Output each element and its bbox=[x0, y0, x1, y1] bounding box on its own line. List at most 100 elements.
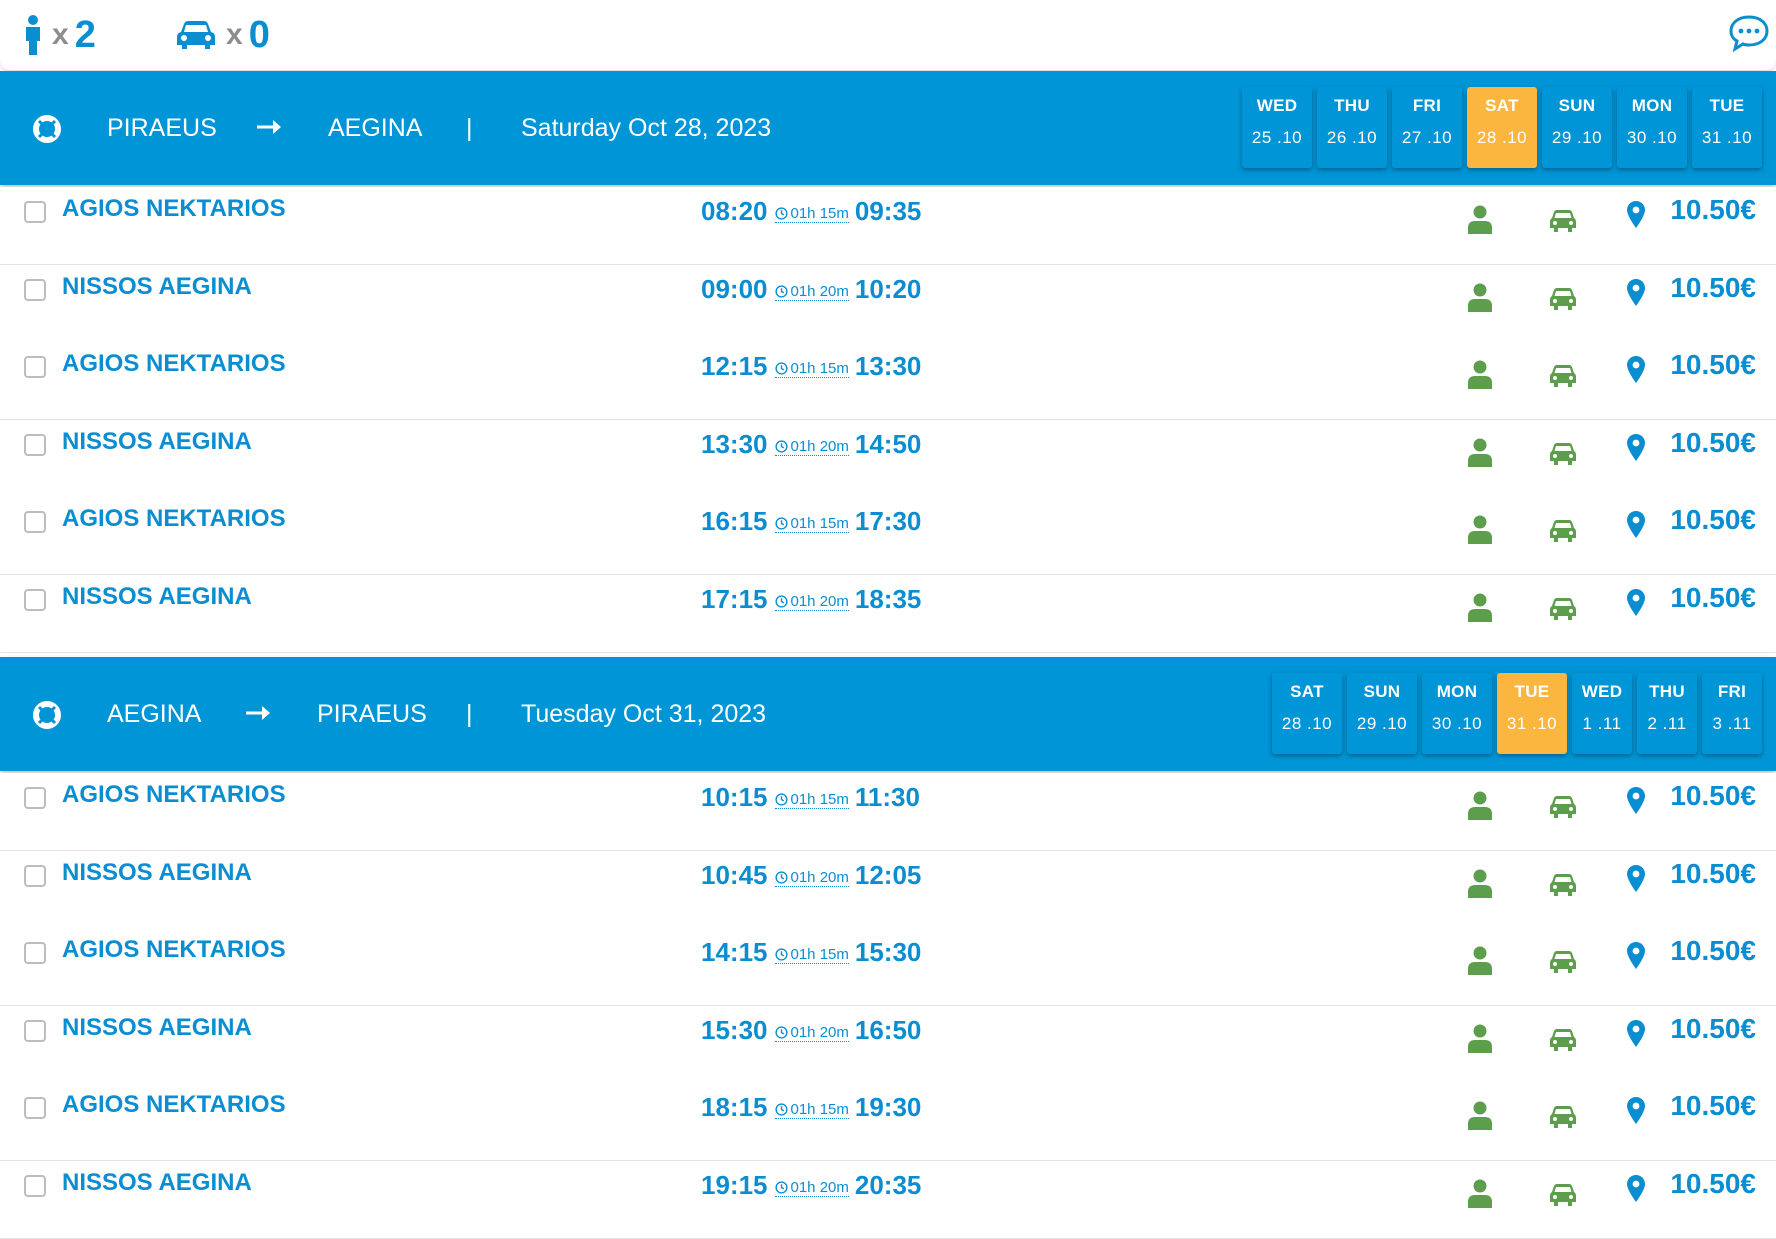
trip-row[interactable]: NISSOS AEGINA 10:45 01h 20m 12:05 10.50€ bbox=[0, 851, 1776, 929]
trip-duration: 01h 15m bbox=[774, 1101, 849, 1119]
origin-port: PIRAEUS bbox=[107, 114, 217, 142]
day-sat-28[interactable]: SAT 28 .10 bbox=[1272, 673, 1342, 754]
trip-select-checkbox[interactable] bbox=[24, 1097, 46, 1119]
trip-select-checkbox[interactable] bbox=[24, 356, 46, 378]
trip-select-checkbox[interactable] bbox=[24, 942, 46, 964]
passenger-counter[interactable]: x 2 bbox=[24, 11, 96, 59]
map-pin-icon[interactable] bbox=[1627, 1097, 1645, 1125]
duration-text: 01h 15m bbox=[790, 946, 849, 963]
clock-icon bbox=[774, 1103, 788, 1116]
day-wed-1[interactable]: WED 1 .11 bbox=[1572, 673, 1632, 754]
day-tue-31[interactable]: TUE 31 .10 bbox=[1692, 87, 1762, 168]
vessel-name: AGIOS NEKTARIOS bbox=[62, 505, 286, 532]
day-thu-26[interactable]: THU 26 .10 bbox=[1317, 87, 1387, 168]
car-icon bbox=[1550, 874, 1576, 896]
trip-duration: 01h 15m bbox=[774, 791, 849, 809]
arrival-time: 12:05 bbox=[854, 860, 922, 890]
day-name: FRI bbox=[1717, 682, 1747, 701]
map-pin-icon[interactable] bbox=[1627, 1175, 1645, 1203]
arrow-right-icon bbox=[246, 706, 270, 720]
vessel-name: NISSOS AEGINA bbox=[62, 583, 252, 610]
chat-icon[interactable] bbox=[1728, 12, 1770, 54]
person-icon bbox=[26, 15, 40, 55]
map-pin-icon[interactable] bbox=[1627, 356, 1645, 384]
map-pin-icon[interactable] bbox=[1627, 511, 1645, 539]
trip-row[interactable]: AGIOS NEKTARIOS 10:15 01h 15m 11:30 10.5… bbox=[0, 773, 1776, 851]
clock-icon bbox=[774, 1181, 788, 1194]
person-icon bbox=[1468, 1024, 1492, 1053]
car-icon bbox=[1550, 288, 1576, 310]
trip-row[interactable]: AGIOS NEKTARIOS 16:15 01h 15m 17:30 10.5… bbox=[0, 497, 1776, 575]
person-icon bbox=[1468, 438, 1492, 467]
map-pin-icon[interactable] bbox=[1627, 589, 1645, 617]
duration-text: 01h 20m bbox=[790, 869, 849, 886]
day-thu-2[interactable]: THU 2 .11 bbox=[1637, 673, 1697, 754]
day-tue-31-selected[interactable]: TUE 31 .10 bbox=[1497, 673, 1567, 754]
trip-select-checkbox[interactable] bbox=[24, 589, 46, 611]
trip-row[interactable]: AGIOS NEKTARIOS 12:15 01h 15m 13:30 10.5… bbox=[0, 342, 1776, 420]
day-name: SUN bbox=[1363, 682, 1401, 701]
clock-icon bbox=[774, 793, 788, 806]
day-sun-29[interactable]: SUN 29 .10 bbox=[1542, 87, 1612, 168]
trip-row[interactable]: NISSOS AEGINA 17:15 01h 20m 18:35 10.50€ bbox=[0, 575, 1776, 653]
trip-row[interactable]: NISSOS AEGINA 15:30 01h 20m 16:50 10.50€ bbox=[0, 1006, 1776, 1084]
date-picker-strip: SAT 28 .10 SUN 29 .10 MON 30 .10 TUE 31 .10 … bbox=[1272, 673, 1762, 754]
map-pin-icon[interactable] bbox=[1627, 942, 1645, 970]
day-wed-25[interactable]: WED 25 .10 bbox=[1242, 87, 1312, 168]
trip-row[interactable]: AGIOS NEKTARIOS 14:15 01h 15m 15:30 10.5… bbox=[0, 928, 1776, 1006]
trip-select-checkbox[interactable] bbox=[24, 201, 46, 223]
trip-select-checkbox[interactable] bbox=[24, 434, 46, 456]
day-fri-3[interactable]: FRI 3 .11 bbox=[1702, 673, 1762, 754]
trip-row[interactable]: AGIOS NEKTARIOS 18:15 01h 15m 19:30 10.5… bbox=[0, 1083, 1776, 1161]
passenger-multiplier: x bbox=[52, 18, 69, 51]
trip-select-checkbox[interactable] bbox=[24, 787, 46, 809]
trip-select-checkbox[interactable] bbox=[24, 1175, 46, 1197]
passenger-count: 2 bbox=[74, 13, 96, 56]
day-date: 31 .10 bbox=[1701, 128, 1753, 147]
vessel-name: AGIOS NEKTARIOS bbox=[62, 350, 286, 377]
route-header-outbound: PIRAEUS AEGINA | Saturday Oct 28, 2023 W… bbox=[0, 71, 1776, 185]
clock-icon bbox=[774, 285, 788, 298]
day-mon-30[interactable]: MON 30 .10 bbox=[1422, 673, 1492, 754]
day-date: 28 .10 bbox=[1281, 714, 1333, 733]
duration-text: 01h 15m bbox=[790, 360, 849, 377]
map-pin-icon[interactable] bbox=[1627, 787, 1645, 815]
day-fri-27[interactable]: FRI 27 .10 bbox=[1392, 87, 1462, 168]
departure-time: 15:30 bbox=[701, 1015, 768, 1045]
map-pin-icon[interactable] bbox=[1627, 865, 1645, 893]
day-sun-29[interactable]: SUN 29 .10 bbox=[1347, 673, 1417, 754]
trip-row[interactable]: NISSOS AEGINA 19:15 01h 20m 20:35 10.50€ bbox=[0, 1161, 1776, 1239]
trip-select-checkbox[interactable] bbox=[24, 865, 46, 887]
map-pin-icon[interactable] bbox=[1627, 434, 1645, 462]
duration-text: 01h 20m bbox=[790, 438, 849, 455]
route-header-return: AEGINA PIRAEUS | Tuesday Oct 31, 2023 SA… bbox=[0, 657, 1776, 771]
trip-select-checkbox[interactable] bbox=[24, 1020, 46, 1042]
car-icon bbox=[1550, 1184, 1576, 1206]
vehicle-counter[interactable]: x 0 bbox=[176, 11, 270, 59]
vessel-name: NISSOS AEGINA bbox=[62, 428, 252, 455]
map-pin-icon[interactable] bbox=[1627, 279, 1645, 307]
duration-text: 01h 20m bbox=[790, 1024, 849, 1041]
departure-time: 18:15 bbox=[701, 1092, 768, 1122]
trip-select-checkbox[interactable] bbox=[24, 511, 46, 533]
trip-duration: 01h 20m bbox=[774, 283, 849, 301]
trip-select-checkbox[interactable] bbox=[24, 279, 46, 301]
day-name: TUE bbox=[1709, 96, 1745, 115]
car-icon bbox=[1550, 443, 1576, 465]
person-icon bbox=[1468, 360, 1492, 389]
trip-row[interactable]: NISSOS AEGINA 13:30 01h 20m 14:50 10.50€ bbox=[0, 420, 1776, 498]
map-pin-icon[interactable] bbox=[1627, 1020, 1645, 1048]
day-sat-28-selected[interactable]: SAT 28 .10 bbox=[1467, 87, 1537, 168]
vehicle-count: 0 bbox=[248, 13, 270, 56]
day-name: MON bbox=[1436, 682, 1478, 701]
trip-price: 10.50€ bbox=[1670, 194, 1756, 225]
trip-times: 12:15 01h 15m 13:30 bbox=[701, 351, 921, 385]
departure-time: 17:15 bbox=[701, 584, 768, 614]
trip-row[interactable]: NISSOS AEGINA 09:00 01h 20m 10:20 10.50€ bbox=[0, 265, 1776, 343]
trip-row[interactable]: AGIOS NEKTARIOS 08:20 01h 15m 09:35 10.5… bbox=[0, 187, 1776, 265]
departure-time: 12:15 bbox=[701, 351, 768, 381]
day-mon-30[interactable]: MON 30 .10 bbox=[1617, 87, 1687, 168]
vessel-name: NISSOS AEGINA bbox=[62, 1169, 252, 1196]
trip-price: 10.50€ bbox=[1670, 935, 1756, 966]
map-pin-icon[interactable] bbox=[1627, 201, 1645, 229]
